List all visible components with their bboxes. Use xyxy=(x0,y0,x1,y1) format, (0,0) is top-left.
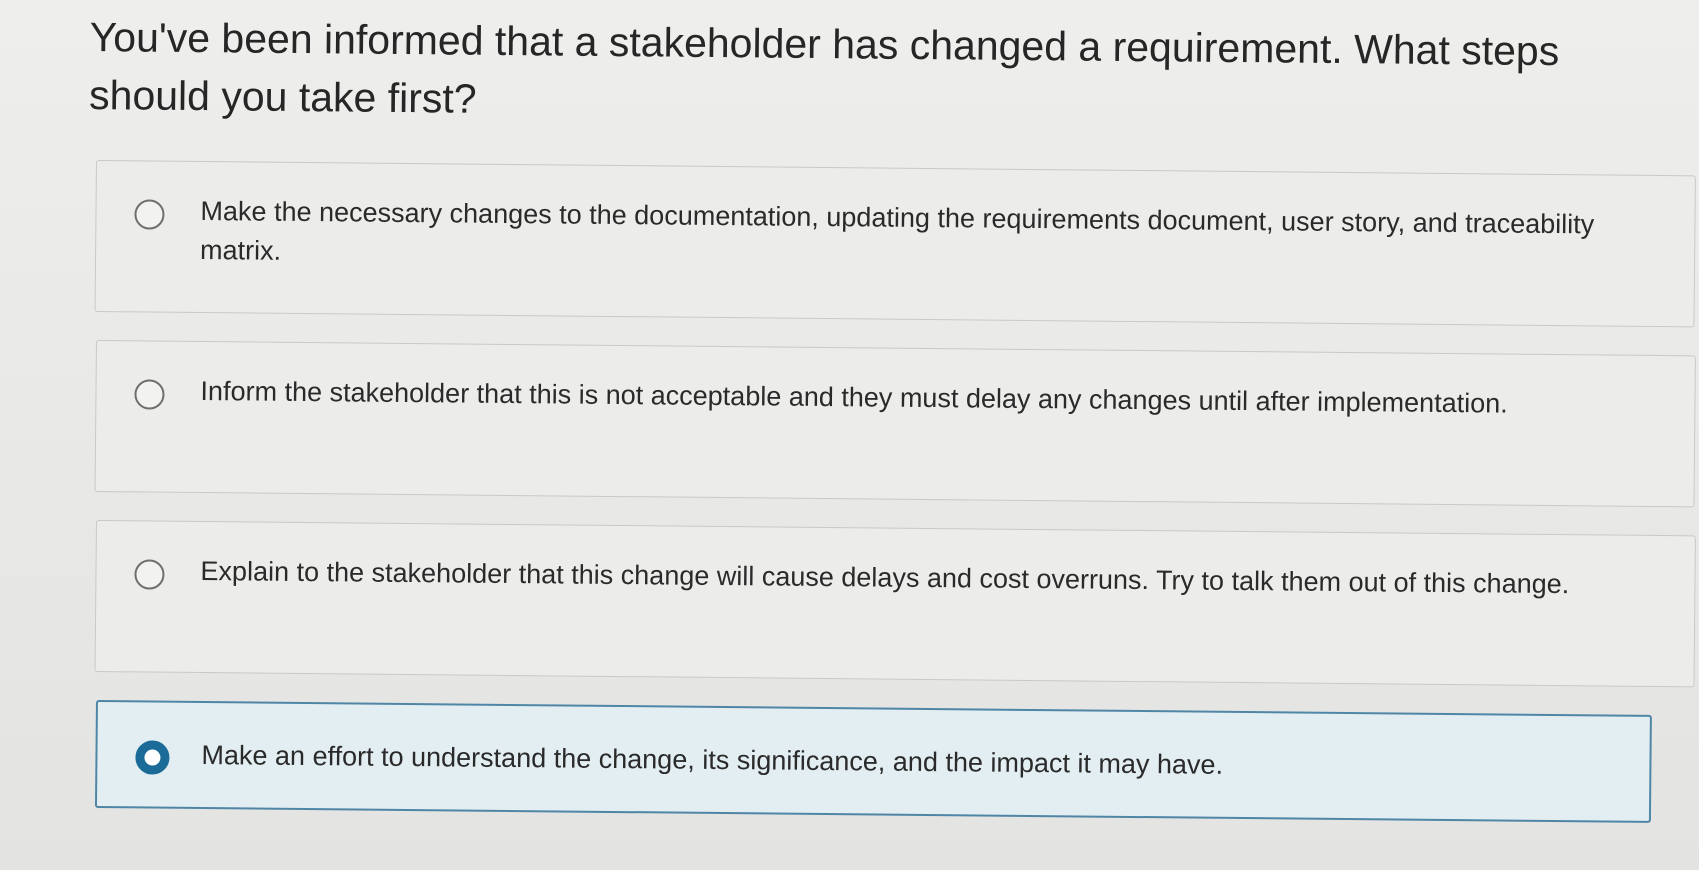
answer-option-label: Inform the stakeholder that this is not … xyxy=(200,376,1508,419)
radio-button-icon[interactable] xyxy=(134,199,165,230)
answer-option-3[interactable]: Explain to the stakeholder that this cha… xyxy=(94,520,1696,688)
radio-button-icon[interactable] xyxy=(134,379,165,410)
question-text: You've been informed that a stakeholder … xyxy=(88,13,1560,122)
quiz-screen: You've been informed that a stakeholder … xyxy=(0,0,1699,870)
answer-option-4[interactable]: Make an effort to understand the change,… xyxy=(94,700,1652,823)
answer-option-1[interactable]: Make the necessary changes to the docume… xyxy=(94,160,1696,328)
answer-option-2[interactable]: Inform the stakeholder that this is not … xyxy=(94,340,1696,508)
answer-options: Make the necessary changes to the docume… xyxy=(94,160,1696,836)
answer-option-label: Explain to the stakeholder that this cha… xyxy=(200,556,1570,600)
answer-option-label: Make an effort to understand the change,… xyxy=(201,740,1224,780)
answer-option-label: Make the necessary changes to the docume… xyxy=(199,196,1595,266)
radio-button-icon[interactable] xyxy=(134,559,165,590)
radio-button-selected-icon[interactable] xyxy=(135,740,170,775)
